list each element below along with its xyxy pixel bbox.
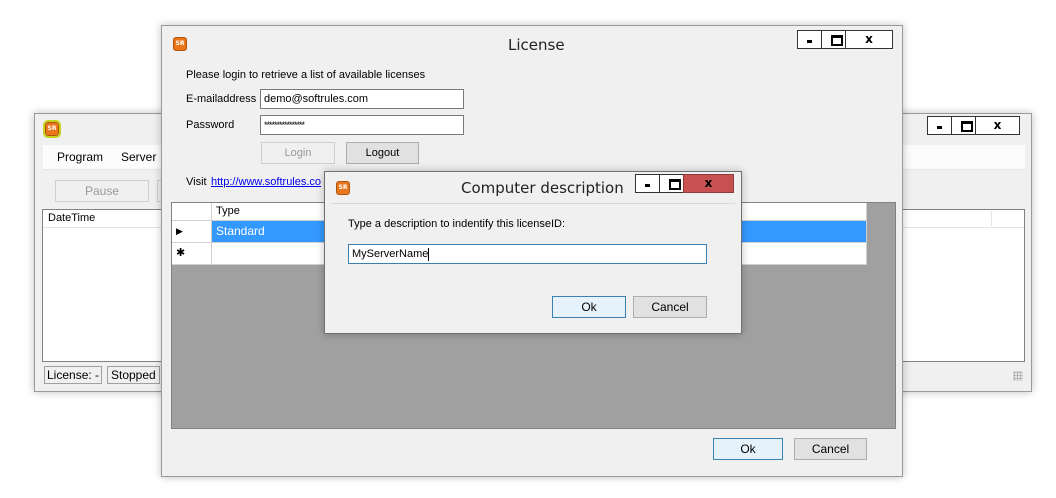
license-status: License: -	[44, 366, 103, 384]
computer-description-field[interactable]: MyServerName	[348, 244, 707, 264]
license-cancel-button[interactable]: Cancel	[794, 438, 867, 460]
app-logo-icon: SR	[43, 120, 61, 138]
dialog-body: Type a description to indentify this lic…	[331, 203, 735, 327]
server-status: Stopped	[107, 366, 160, 384]
grid-corner-cell	[172, 203, 212, 221]
close-button[interactable]: x	[683, 174, 734, 193]
window-title: License	[508, 36, 565, 54]
login-intro-text: Please login to retrieve a list of avail…	[186, 69, 426, 81]
maximize-button[interactable]	[821, 30, 846, 49]
maximize-button[interactable]	[951, 116, 976, 135]
datetime-header: DateTime	[48, 212, 96, 224]
minimize-button[interactable]	[635, 174, 660, 193]
menu-server[interactable]: Server	[121, 150, 156, 164]
dialog-ok-button[interactable]: Ok	[552, 296, 626, 318]
menu-program[interactable]: Program	[57, 150, 103, 164]
description-prompt: Type a description to indentify this lic…	[348, 218, 566, 230]
dialog-cancel-button[interactable]: Cancel	[633, 296, 707, 318]
visit-label: Visit	[186, 176, 207, 188]
close-button[interactable]: x	[975, 116, 1020, 135]
email-field[interactable]: demo@softrules.com	[260, 89, 464, 109]
dialog-window-controls: x	[635, 174, 734, 193]
pause-button[interactable]: Pause	[55, 180, 149, 202]
minimize-button[interactable]	[927, 116, 952, 135]
row-marker[interactable]: ▶	[172, 221, 212, 243]
dialog-title: Computer description	[461, 179, 624, 197]
password-field[interactable]: ****************	[260, 115, 464, 135]
computer-description-dialog: SR Computer description x Type a descrip…	[324, 171, 742, 334]
login-button[interactable]: Login	[261, 142, 335, 164]
description-value: MyServerName	[352, 248, 429, 260]
new-row-marker[interactable]: ✱	[172, 243, 212, 265]
password-label: Password	[186, 119, 235, 131]
minimize-button[interactable]	[797, 30, 822, 49]
maximize-button[interactable]	[659, 174, 684, 193]
resize-grip-icon[interactable]	[1013, 371, 1023, 381]
website-link[interactable]: http://www.softrules.co	[211, 176, 326, 188]
app-logo-icon: SR	[336, 181, 350, 195]
license-ok-button[interactable]: Ok	[713, 438, 783, 460]
logout-button[interactable]: Logout	[346, 142, 419, 164]
main-window-controls: x	[927, 116, 1020, 135]
license-window-controls: x	[797, 30, 893, 49]
app-logo-icon: SR	[173, 37, 187, 51]
text-cursor	[428, 247, 430, 261]
email-label: E-mailaddress	[186, 93, 257, 105]
close-button[interactable]: x	[845, 30, 893, 49]
